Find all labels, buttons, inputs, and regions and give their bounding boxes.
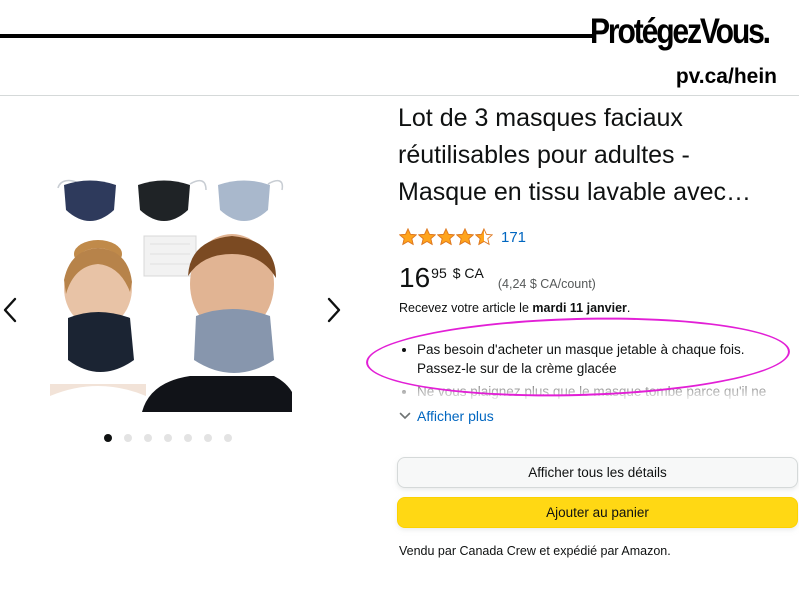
brand-rule <box>0 34 595 38</box>
carousel-dot[interactable] <box>104 434 112 442</box>
see-all-details-button[interactable]: Afficher tous les détails <box>397 457 798 488</box>
star-icon <box>399 228 417 246</box>
chevron-down-icon <box>399 412 411 420</box>
carousel-dot[interactable] <box>224 434 232 442</box>
show-more-label: Afficher plus <box>417 408 494 424</box>
price-whole: 16 <box>399 262 431 293</box>
carousel-dot[interactable] <box>124 434 132 442</box>
mask-thumbnail-black <box>138 179 207 221</box>
delivery-info: Recevez votre article le mardi 11 janvie… <box>399 301 630 315</box>
delivery-prefix: Recevez votre article le <box>399 301 533 315</box>
rating-count-link[interactable]: 171 <box>501 229 526 246</box>
carousel-dot[interactable] <box>144 434 152 442</box>
price-fraction: 95 <box>431 265 447 281</box>
product-title: Lot de 3 masques faciaux réutilisables p… <box>398 104 751 206</box>
star-icon <box>437 228 455 246</box>
seller-info: Vendu par Canada Crew et expédié par Ama… <box>399 544 671 558</box>
star-icon <box>475 228 493 246</box>
star-rating[interactable] <box>399 228 493 246</box>
add-to-cart-label: Ajouter au panier <box>546 505 649 520</box>
bullets-fade <box>399 386 799 400</box>
product-image[interactable] <box>50 170 292 412</box>
mask-thumbnail-navy <box>57 179 116 221</box>
star-icon <box>418 228 436 246</box>
price: 16 95 $ CA (4,24 $ CA/count) <box>399 262 596 294</box>
carousel-prev-button[interactable] <box>0 296 22 324</box>
see-all-details-label: Afficher tous les détails <box>528 465 667 480</box>
star-icon <box>456 228 474 246</box>
filter-insert <box>143 235 197 277</box>
rating-row: 171 <box>399 228 526 246</box>
carousel-dot[interactable] <box>164 434 172 442</box>
delivery-date: mardi 11 janvier <box>532 301 627 315</box>
add-to-cart-button[interactable]: Ajouter au panier <box>397 497 798 528</box>
chevron-left-icon <box>3 297 17 323</box>
header-divider <box>0 95 799 96</box>
carousel-next-button[interactable] <box>322 296 344 324</box>
brand-url: pv.ca/hein <box>675 65 777 88</box>
brand-logo: ProtégezVous. <box>590 12 771 51</box>
carousel-dot[interactable] <box>184 434 192 442</box>
mask-thumbnail-grey <box>218 179 284 221</box>
delivery-suffix: . <box>626 301 631 315</box>
price-currency: $ CA <box>452 265 484 281</box>
show-more-link[interactable]: Afficher plus <box>399 408 494 424</box>
carousel-dot[interactable] <box>204 434 212 442</box>
feature-bullet: Pas besoin d'acheter un masque jetable à… <box>399 340 789 378</box>
chevron-right-icon <box>327 297 341 323</box>
carousel-dots <box>104 434 232 442</box>
model-woman <box>50 240 146 412</box>
unit-price: (4,24 $ CA/count) <box>497 277 596 291</box>
